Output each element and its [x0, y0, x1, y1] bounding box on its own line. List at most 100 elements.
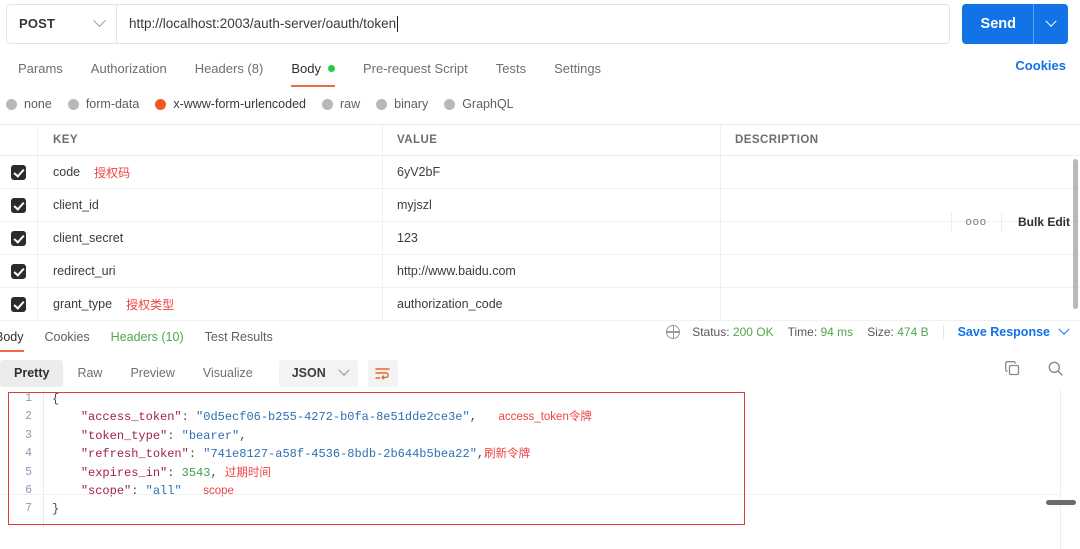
tab-label: Pre-request Script — [362, 60, 468, 76]
json-line: "token_type": "bearer", — [52, 427, 592, 445]
response-tab-cookies[interactable]: Cookies — [45, 322, 90, 352]
row-value-text: 123 — [397, 231, 418, 245]
wrap-lines-button[interactable] — [367, 359, 398, 387]
table-vertical-scrollbar[interactable] — [1073, 159, 1078, 309]
cookies-link[interactable]: Cookies — [1015, 58, 1066, 73]
format-label: Preview — [130, 366, 175, 380]
row-checkbox-cell[interactable] — [0, 156, 38, 188]
http-method-label: POST — [19, 16, 56, 31]
url-input[interactable]: http://localhost:2003/auth-server/oauth/… — [116, 3, 950, 44]
row-checkbox-cell[interactable] — [0, 288, 38, 320]
time-label: Time: — [787, 325, 818, 339]
row-checkbox-cell[interactable] — [0, 255, 38, 287]
checkbox-checked-icon[interactable] — [11, 164, 26, 180]
text-caret — [397, 15, 399, 32]
tab-label: Headers (8) — [194, 60, 264, 76]
send-button[interactable]: Send — [961, 3, 1068, 44]
line-number: 1 — [25, 392, 32, 405]
table-row[interactable]: grant_type 授权类型 authorization_code — [0, 288, 1080, 321]
row-value-cell[interactable]: 123 — [383, 222, 721, 254]
status-value: 200 OK — [732, 325, 774, 339]
size-label: Size: — [867, 325, 894, 339]
body-type-x-www-form-urlencoded[interactable]: x-www-form-urlencoded — [155, 97, 306, 111]
json-key: "refresh_token" — [80, 447, 189, 462]
response-tab-body[interactable]: Body — [0, 322, 24, 352]
copy-button[interactable] — [1004, 360, 1021, 382]
chevron-down-icon[interactable] — [1045, 15, 1057, 27]
row-key-text: grant_type — [53, 297, 113, 311]
horizontal-scrollbar[interactable] — [1046, 500, 1076, 505]
tab-tests[interactable]: Tests — [482, 52, 540, 84]
tab-settings[interactable]: Settings — [540, 52, 615, 84]
response-tools — [1004, 360, 1064, 382]
json-separator: : — [167, 428, 182, 443]
body-type-raw[interactable]: raw — [322, 97, 360, 111]
row-value-cell[interactable]: myjszl — [383, 189, 721, 221]
tab-pre-request-script[interactable]: Pre-request Script — [349, 52, 482, 84]
more-options-icon[interactable]: ooo — [950, 211, 1002, 232]
format-button-preview[interactable]: Preview — [116, 360, 188, 387]
response-tab-test-results[interactable]: Test Results — [205, 322, 273, 352]
row-checkbox-cell[interactable] — [0, 222, 38, 254]
json-line: } — [52, 500, 592, 518]
row-key-cell[interactable]: client_id — [38, 189, 383, 221]
checkbox-checked-icon[interactable] — [11, 230, 26, 246]
http-method-selector[interactable]: POST — [6, 3, 116, 44]
wrap-lines-icon — [375, 367, 390, 379]
chevron-down-icon — [93, 14, 106, 28]
radio-icon — [444, 98, 456, 110]
table-row[interactable]: code 授权码 6yV2bF — [0, 156, 1080, 189]
body-type-graphql[interactable]: GraphQL — [444, 97, 514, 111]
row-value-cell[interactable]: authorization_code — [383, 288, 721, 320]
row-key-cell[interactable]: grant_type 授权类型 — [38, 288, 383, 320]
json-line: "access_token": "0d5ecf06-b255-4272-b0fa… — [52, 408, 592, 426]
copy-icon — [1005, 361, 1020, 376]
tab-headers[interactable]: Headers (8) — [181, 52, 278, 84]
row-key-cell[interactable]: client_secret — [38, 222, 383, 254]
body-type-binary[interactable]: binary — [376, 97, 428, 111]
table-row[interactable]: client_secret 123 — [0, 222, 1080, 255]
row-key-text: client_id — [53, 198, 99, 212]
tab-body[interactable]: Body — [277, 52, 349, 87]
checkbox-checked-icon[interactable] — [11, 263, 26, 279]
tab-params[interactable]: Params — [4, 52, 77, 84]
json-key: "scope" — [80, 483, 132, 498]
status-label: Status: — [692, 325, 730, 339]
json-separator: : — [181, 410, 197, 425]
chevron-down-icon[interactable] — [1058, 323, 1070, 335]
format-label: Visualize — [202, 366, 253, 380]
json-key: "token_type" — [80, 428, 168, 443]
row-value-cell[interactable]: 6yV2bF — [383, 156, 721, 188]
body-type-form-data[interactable]: form-data — [67, 97, 139, 111]
url-text: http://localhost:2003/auth-server/oauth/… — [129, 16, 397, 31]
format-button-pretty[interactable]: Pretty — [0, 359, 64, 387]
row-checkbox-cell[interactable] — [0, 189, 38, 221]
checkbox-checked-icon[interactable] — [11, 197, 26, 213]
chevron-down-icon — [338, 364, 350, 376]
json-brace: { — [52, 392, 60, 406]
json-brace: } — [52, 502, 60, 517]
row-key-cell[interactable]: redirect_uri — [38, 255, 383, 287]
table-row[interactable]: redirect_uri http://www.baidu.com — [0, 255, 1080, 288]
column-header-key: KEY — [53, 134, 78, 146]
search-button[interactable] — [1047, 360, 1064, 382]
checkbox-checked-icon[interactable] — [11, 296, 26, 312]
format-button-visualize[interactable]: Visualize — [189, 360, 267, 387]
radio-icon — [67, 98, 79, 110]
row-key-cell[interactable]: code 授权码 — [38, 156, 383, 188]
json-line: "scope": "all" scope — [52, 482, 592, 500]
size-metric: Size: 474 B — [867, 325, 928, 339]
response-format-selector[interactable]: JSON — [278, 359, 358, 387]
bulk-edit-button[interactable]: Bulk Edit — [1002, 215, 1070, 229]
body-type-none[interactable]: none — [6, 97, 52, 111]
table-header-row: KEY VALUE DESCRIPTION ooo Bulk Edit — [0, 125, 1080, 232]
request-url-bar: POST http://localhost:2003/auth-server/o… — [0, 0, 1080, 47]
response-body-viewer[interactable]: 1 2 3 4 5 6 7 { "access_token": "0d5ecf0… — [0, 390, 1080, 530]
tab-authorization[interactable]: Authorization — [77, 52, 181, 84]
row-value-cell[interactable]: http://www.baidu.com — [383, 255, 721, 287]
line-number: 3 — [25, 428, 32, 442]
response-tab-headers[interactable]: Headers (10) — [111, 322, 184, 352]
save-response-button[interactable]: Save Response — [942, 325, 1050, 339]
table-row[interactable]: client_id myjszl — [0, 189, 1080, 222]
format-button-raw[interactable]: Raw — [63, 360, 116, 387]
